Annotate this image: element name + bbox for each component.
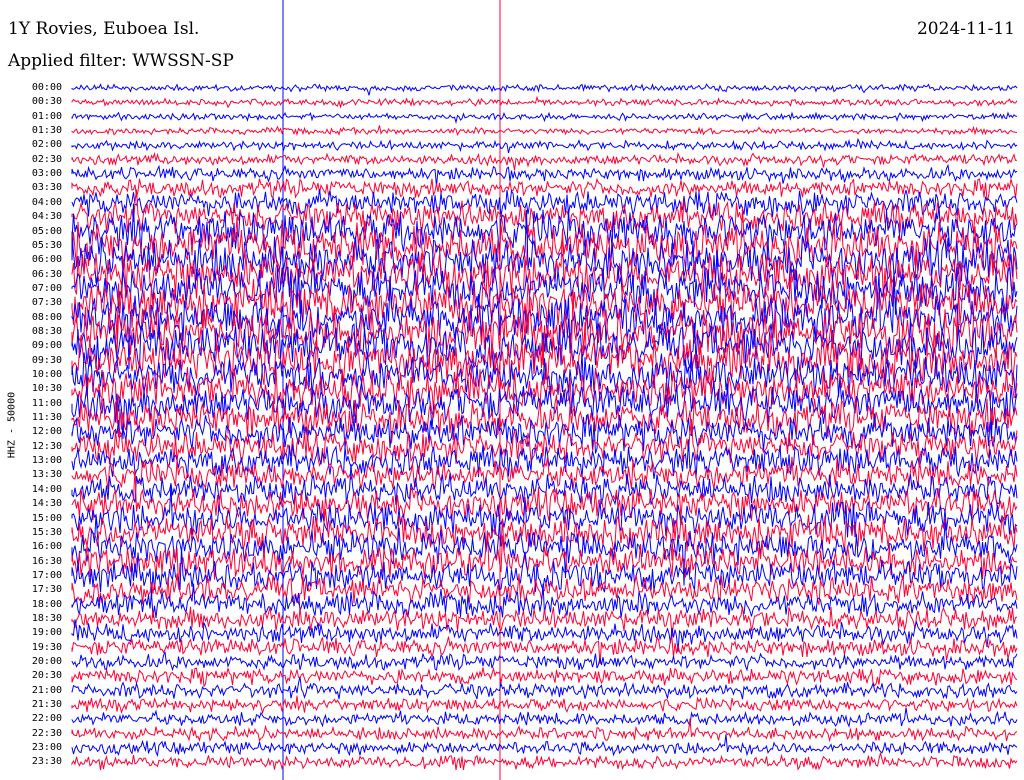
- trace-row: [71, 163, 1018, 187]
- trace-row: [71, 651, 1018, 672]
- trace-row: [71, 95, 1018, 109]
- trace-row: [71, 666, 1018, 688]
- trace-row: [71, 718, 1018, 743]
- trace-row: [71, 151, 1018, 171]
- trace-row: [71, 137, 1018, 154]
- trace-row: [71, 619, 1018, 652]
- trace-row: [71, 125, 1018, 137]
- trace-row: [71, 676, 1018, 700]
- trace-row: [71, 177, 1018, 202]
- trace-row: [71, 111, 1018, 125]
- trace-row: [71, 752, 1018, 771]
- trace-row: [71, 707, 1018, 728]
- trace-row: [71, 83, 1018, 96]
- trace-row: [71, 695, 1018, 715]
- helicorder-plot: [71, 0, 1018, 780]
